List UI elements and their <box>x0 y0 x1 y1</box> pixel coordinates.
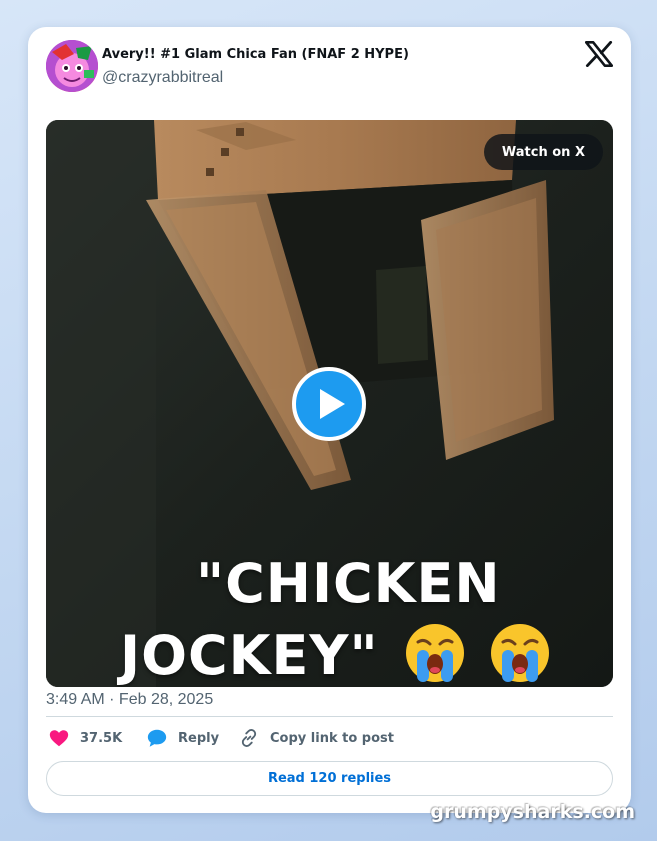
author-name[interactable]: Avery!! #1 Glam Chica Fan (FNAF 2 HYPE) <box>102 47 409 62</box>
copy-link-button[interactable]: Copy link to post <box>238 727 394 749</box>
watermark: grumpysharks.com <box>430 801 635 823</box>
loudly-crying-face-icon <box>491 624 549 682</box>
tweet-timestamp[interactable]: 3:49 AM · Feb 28, 2025 <box>46 691 213 709</box>
reply-label: Reply <box>178 730 220 746</box>
like-count: 37.5K <box>80 730 123 746</box>
copy-link-label: Copy link to post <box>270 730 394 746</box>
watch-on-x-button[interactable]: Watch on X <box>483 134 603 170</box>
author-handle[interactable]: @crazyrabbitreal <box>102 69 223 87</box>
play-icon[interactable] <box>292 367 366 441</box>
reply-button[interactable]: Reply <box>146 727 219 749</box>
speech-bubble-icon <box>147 729 167 747</box>
heart-icon <box>49 730 69 747</box>
avatar[interactable] <box>46 40 98 92</box>
video-media[interactable]: Watch on X "CHICKEN JOCKEY" <box>46 120 613 687</box>
x-logo-icon[interactable] <box>585 41 613 67</box>
tweet-card: Avery!! #1 Glam Chica Fan (FNAF 2 HYPE) … <box>28 27 631 813</box>
like-button[interactable]: 37.5K <box>48 727 122 749</box>
divider <box>46 716 613 717</box>
video-caption-line1: "CHICKEN <box>196 552 501 615</box>
loudly-crying-face-icon <box>406 624 464 682</box>
read-replies-button[interactable]: Read 120 replies <box>46 761 613 796</box>
link-icon <box>241 729 257 747</box>
